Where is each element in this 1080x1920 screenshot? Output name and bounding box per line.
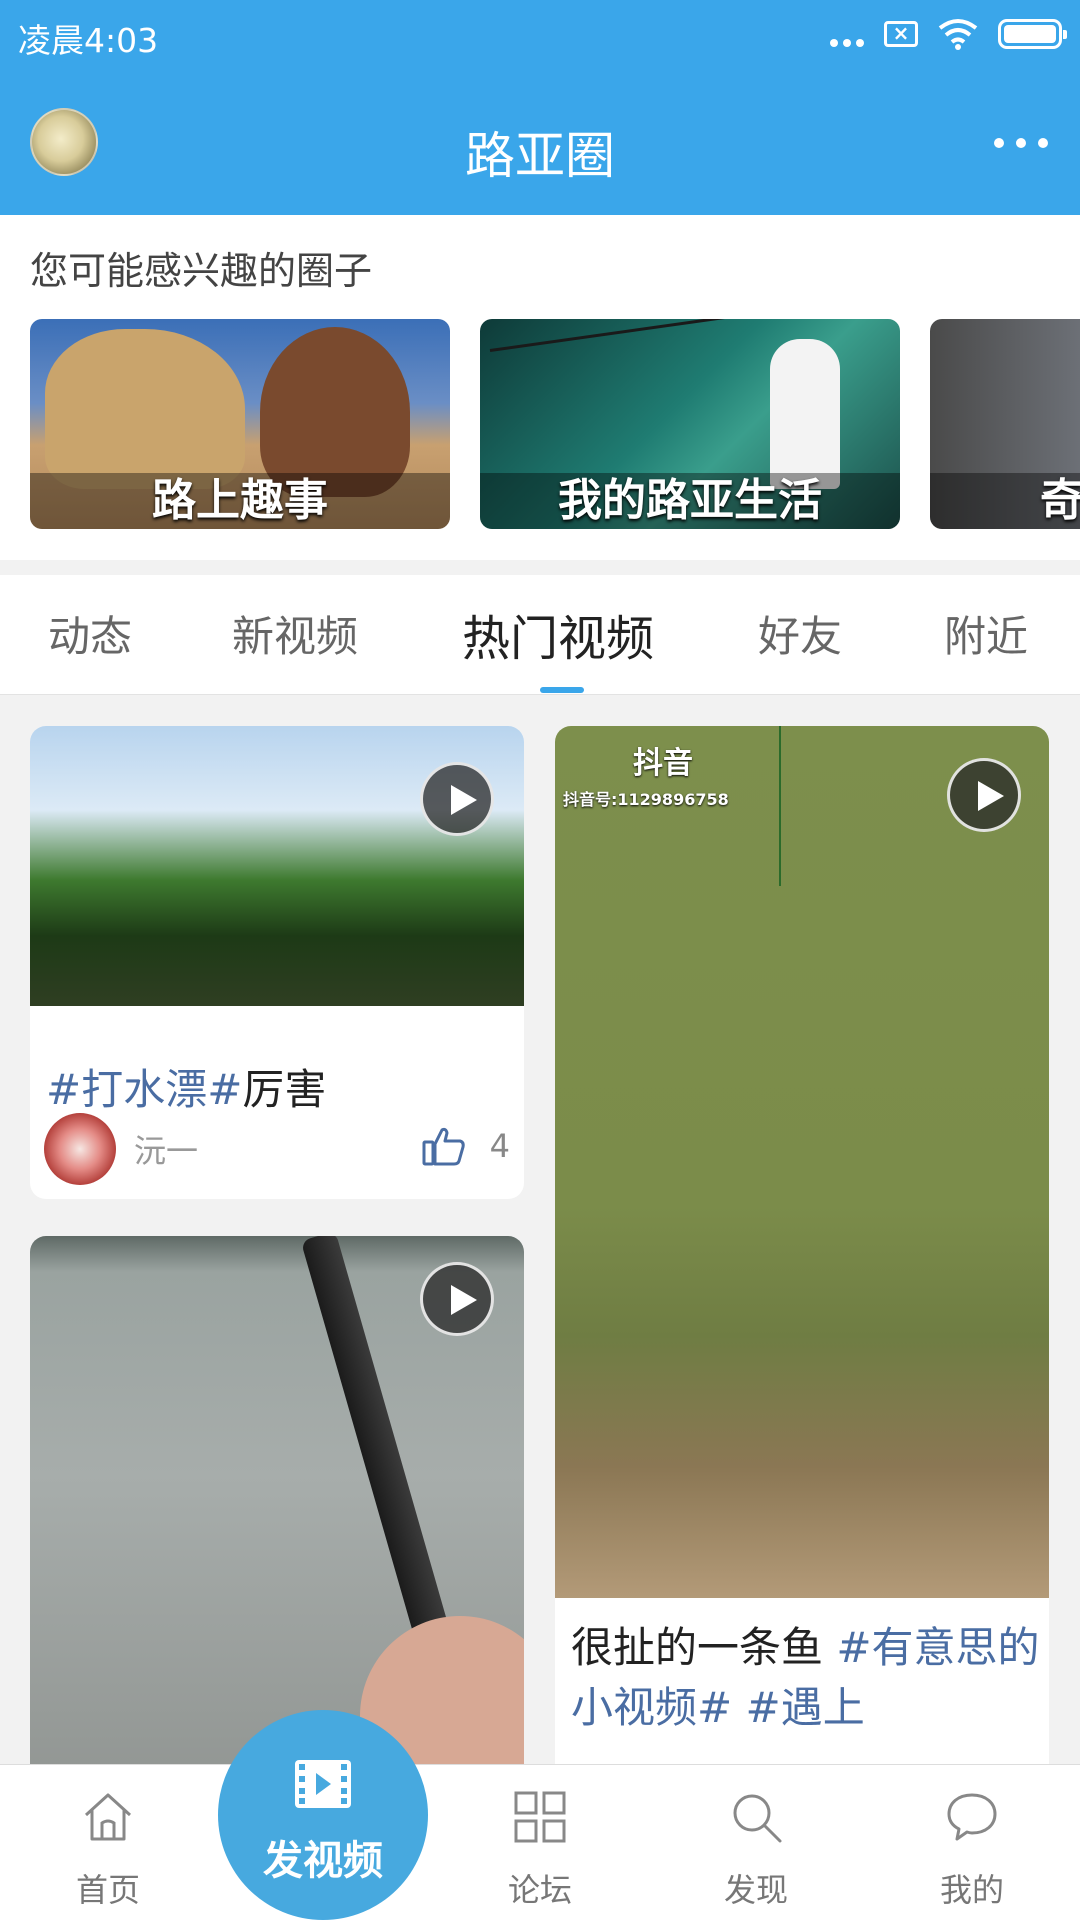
- nav-home-label: 首页: [75, 1871, 140, 1909]
- circles-heading: 您可能感兴趣的圈子: [30, 249, 373, 293]
- video-thumbnail[interactable]: [555, 726, 1049, 1598]
- fishing-line: [779, 726, 781, 886]
- tab-new-videos[interactable]: 新视频: [232, 603, 358, 664]
- more-options-icon[interactable]: [994, 138, 1048, 148]
- nav-discover-label: 发现: [723, 1871, 788, 1909]
- circle-card-my-lure-life[interactable]: 我的路亚生活: [480, 319, 900, 529]
- nav-forum[interactable]: 论坛: [460, 1765, 620, 1920]
- author-avatar[interactable]: [44, 1113, 116, 1185]
- video-card[interactable]: 抖音 抖音号:1129896758 很扯的一条鱼 #有意思的小视频# #遇上: [555, 726, 1049, 1764]
- active-tab-indicator: [540, 687, 584, 693]
- like-button[interactable]: 4: [422, 1126, 510, 1166]
- tab-dynamic[interactable]: 动态: [48, 603, 132, 664]
- circle-card-label: 奇: [930, 473, 1080, 529]
- bottom-navigation: 首页 论坛 发现 我的: [0, 1764, 1080, 1920]
- circle-card-label: 路上趣事: [30, 473, 450, 529]
- chat-bubble-icon: [947, 1793, 997, 1841]
- douyin-watermark: 抖音 抖音号:1129896758: [563, 738, 729, 810]
- tab-nearby[interactable]: 附近: [944, 603, 1028, 664]
- circle-card-partial[interactable]: 奇: [930, 319, 1080, 529]
- video-caption: #打水漂#厉害: [46, 1060, 326, 1120]
- circle-card-label: 我的路亚生活: [480, 473, 900, 529]
- nav-discover[interactable]: 发现: [676, 1765, 836, 1920]
- woman-image: [260, 327, 410, 497]
- video-feed: #打水漂#厉害 沅一 4 抖音 抖音号:1129896758 很扯的一条鱼 #有…: [0, 696, 1080, 1764]
- thumbs-up-icon: [422, 1127, 465, 1166]
- video-caption: 很扯的一条鱼 #有意思的小视频# #遇上: [571, 1618, 1041, 1738]
- video-caption-text: 厉害: [242, 1065, 327, 1114]
- more-notifications-icon: [830, 39, 864, 47]
- nav-mine-label: 我的: [939, 1871, 1004, 1909]
- suggested-circles: 您可能感兴趣的圈子 路上趣事 我的路亚生活 奇: [0, 215, 1080, 560]
- sphinx-image: [45, 329, 245, 489]
- post-video-button[interactable]: 发视频: [218, 1710, 428, 1920]
- home-icon: [84, 1793, 132, 1841]
- nav-mine[interactable]: 我的: [892, 1765, 1052, 1920]
- post-video-label: 发视频: [263, 1838, 383, 1884]
- circle-card-road-fun[interactable]: 路上趣事: [30, 319, 450, 529]
- video-caption-text: 很扯的一条鱼: [571, 1623, 837, 1672]
- play-icon[interactable]: [947, 758, 1021, 832]
- watermark-brand: 抖音: [633, 746, 693, 781]
- wifi-icon: [938, 19, 978, 50]
- like-count: 4: [489, 1127, 510, 1165]
- video-card[interactable]: [30, 1236, 524, 1764]
- nav-home[interactable]: 首页: [28, 1765, 188, 1920]
- fishing-rod-image: [489, 319, 817, 352]
- tab-friends[interactable]: 好友: [758, 603, 842, 664]
- page-title: 路亚圈: [465, 127, 615, 185]
- top-bar: 凌晨4:03 × 路亚圈: [0, 0, 1080, 215]
- battery-icon: [998, 19, 1067, 49]
- nav-forum-label: 论坛: [507, 1871, 572, 1909]
- watermark-id: 抖音号:1129896758: [563, 790, 729, 809]
- feed-tabs: 动态 新视频 热门视频 好友 附近: [0, 575, 1080, 695]
- status-bar: 凌晨4:03 ×: [0, 0, 1080, 76]
- status-icons: ×: [830, 18, 1067, 50]
- video-icon: [295, 1760, 351, 1808]
- video-card[interactable]: #打水漂#厉害 沅一 4: [30, 726, 524, 1199]
- fisherman-image: [770, 339, 840, 489]
- play-icon[interactable]: [420, 1262, 494, 1336]
- author-name[interactable]: 沅一: [134, 1126, 198, 1172]
- play-icon[interactable]: [420, 762, 494, 836]
- video-author[interactable]: 沅一: [44, 1113, 198, 1185]
- status-time: 凌晨4:03: [18, 21, 159, 60]
- search-icon: [733, 1794, 782, 1843]
- sim-off-icon: ×: [884, 21, 918, 47]
- tab-hot-videos[interactable]: 热门视频: [462, 599, 654, 669]
- grid-icon: [514, 1791, 566, 1843]
- video-hashtag[interactable]: #打水漂#: [46, 1065, 242, 1114]
